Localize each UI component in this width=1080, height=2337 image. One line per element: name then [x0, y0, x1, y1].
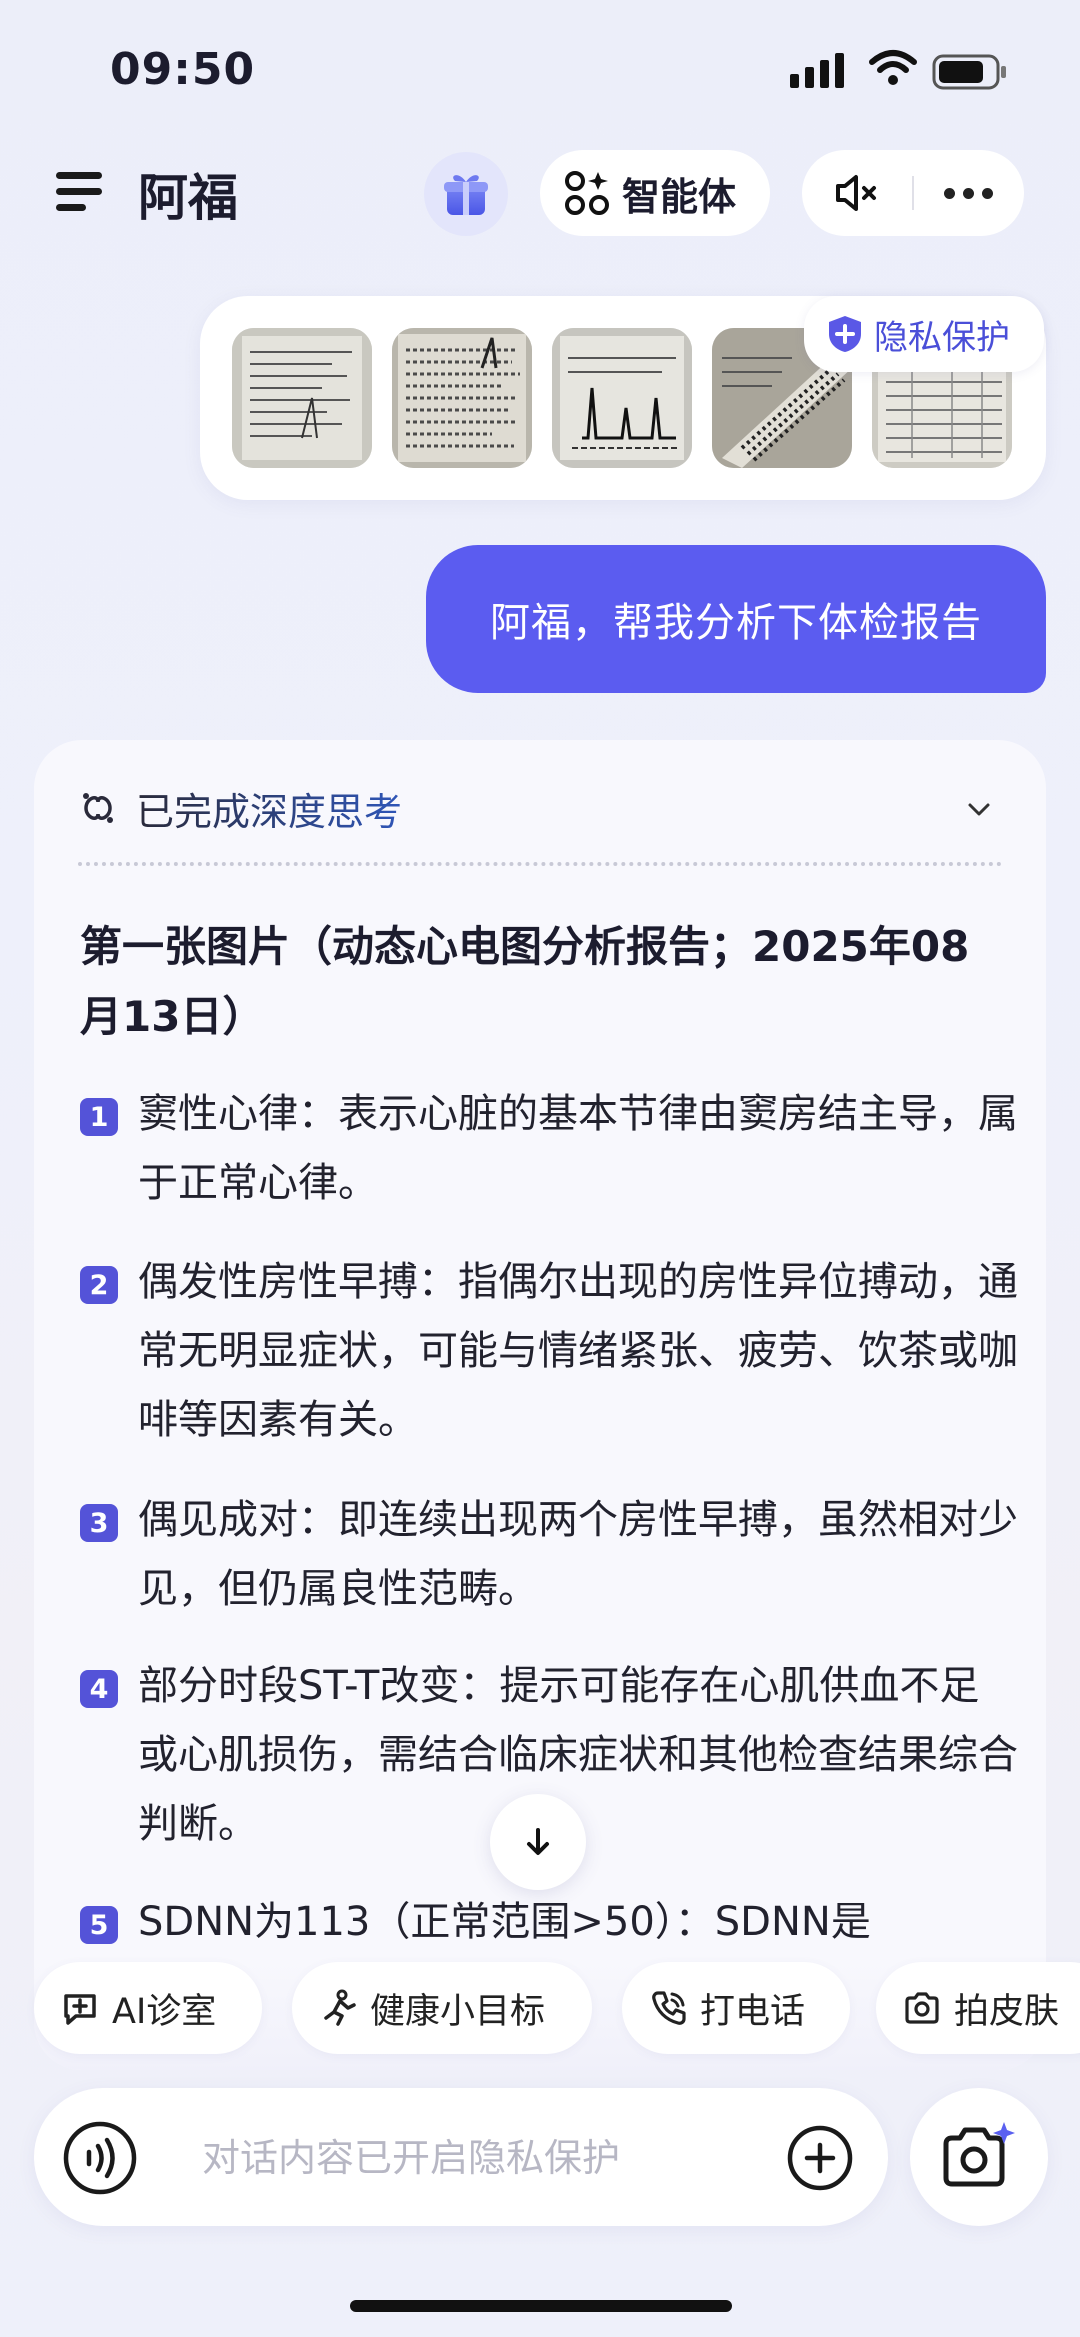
utility-pill — [802, 150, 1024, 236]
list-item-text: 偶见成对：即连续出现两个房性早搏，虽然相对少见，但仍属良性范畴。 — [138, 1497, 1018, 1612]
quick-actions-row: AI诊室 健康小目标 打电话 拍皮肤 — [0, 1962, 1080, 2056]
thinking-divider — [78, 862, 1002, 866]
list-number-badge: 5 — [80, 1906, 118, 1944]
camera-sparkle-icon — [943, 2122, 1015, 2187]
message-input-bar — [34, 2088, 888, 2226]
app-title: 阿福 — [138, 169, 238, 227]
arrow-down-icon — [527, 1828, 549, 1855]
image-thumbnail[interactable] — [552, 328, 692, 468]
cellular-signal-icon — [790, 52, 844, 88]
privacy-label: 隐私保护 — [874, 317, 1010, 358]
chip-health-goal[interactable]: 健康小目标 — [292, 1962, 592, 2054]
chip-phone-call[interactable]: 打电话 — [622, 1962, 850, 2054]
status-time: 09:50 — [110, 44, 256, 95]
run-icon — [324, 1989, 356, 2026]
chip-label: AI诊室 — [112, 1991, 217, 2032]
gift-button[interactable] — [424, 152, 508, 236]
phone-icon — [652, 1991, 686, 2025]
battery-icon — [932, 54, 1006, 90]
thinking-toggle[interactable]: 已完成深度思考 — [78, 778, 1008, 838]
deep-thinking-icon — [83, 793, 113, 823]
chip-ai-clinic[interactable]: AI诊室 — [34, 1962, 262, 2054]
thinking-status-label: 已完成深度思考 — [136, 781, 402, 836]
agent-label: 智能体 — [622, 174, 737, 219]
menu-icon[interactable] — [52, 168, 102, 214]
list-number-badge: 4 — [80, 1670, 118, 1708]
shield-plus-icon — [829, 316, 861, 352]
voice-input-icon[interactable] — [58, 2116, 142, 2200]
list-item-text: SDNN为113（正常范围>50）：SDNN是 — [138, 1899, 871, 1945]
wifi-icon — [869, 50, 917, 85]
image-thumbnail[interactable] — [232, 328, 372, 468]
chevron-down-icon[interactable] — [964, 794, 994, 824]
mute-icon[interactable] — [832, 172, 880, 214]
list-item-text: 窦性心律：表示心脏的基本节律由窦房结主导，属于正常心律。 — [138, 1091, 1018, 1206]
scroll-to-bottom-button[interactable] — [490, 1794, 586, 1890]
status-bar: 09:50 — [0, 0, 1080, 140]
user-message-bubble: 阿福，帮我分析下体检报告 — [426, 545, 1046, 693]
answer-section-heading: 第一张图片（动态心电图分析报告；2025年08月13日） — [80, 922, 970, 1041]
chip-label: 健康小目标 — [370, 1991, 546, 2032]
agent-button[interactable]: 智能体 — [540, 150, 770, 236]
more-icon[interactable] — [944, 188, 993, 199]
list-number-badge: 1 — [80, 1098, 118, 1136]
privacy-protection-badge[interactable]: 隐私保护 — [804, 296, 1044, 372]
app-header: 阿福 智能体 — [0, 140, 1080, 250]
pill-divider — [912, 176, 914, 210]
chip-label: 打电话 — [700, 1991, 806, 2032]
agent-grid-icon — [565, 171, 609, 215]
chip-label: 拍皮肤 — [954, 1991, 1060, 2032]
image-thumbnail[interactable] — [392, 328, 532, 468]
chat-plus-icon — [64, 1994, 96, 2025]
home-indicator — [350, 2300, 732, 2312]
user-message-text: 阿福，帮我分析下体检报告 — [490, 600, 982, 646]
list-item-text: 偶发性房性早搏：指偶尔出现的房性异位搏动，通常无明显症状，可能与情绪紧张、疲劳、… — [138, 1259, 1018, 1443]
message-input[interactable] — [202, 2128, 692, 2188]
chip-skin-photo[interactable]: 拍皮肤 — [876, 1962, 1080, 2054]
list-number-badge: 2 — [80, 1266, 118, 1304]
list-number-badge: 3 — [80, 1504, 118, 1542]
add-icon[interactable] — [784, 2122, 856, 2194]
camera-icon — [905, 1992, 939, 2024]
camera-button[interactable] — [910, 2088, 1048, 2226]
gift-icon — [444, 175, 488, 215]
